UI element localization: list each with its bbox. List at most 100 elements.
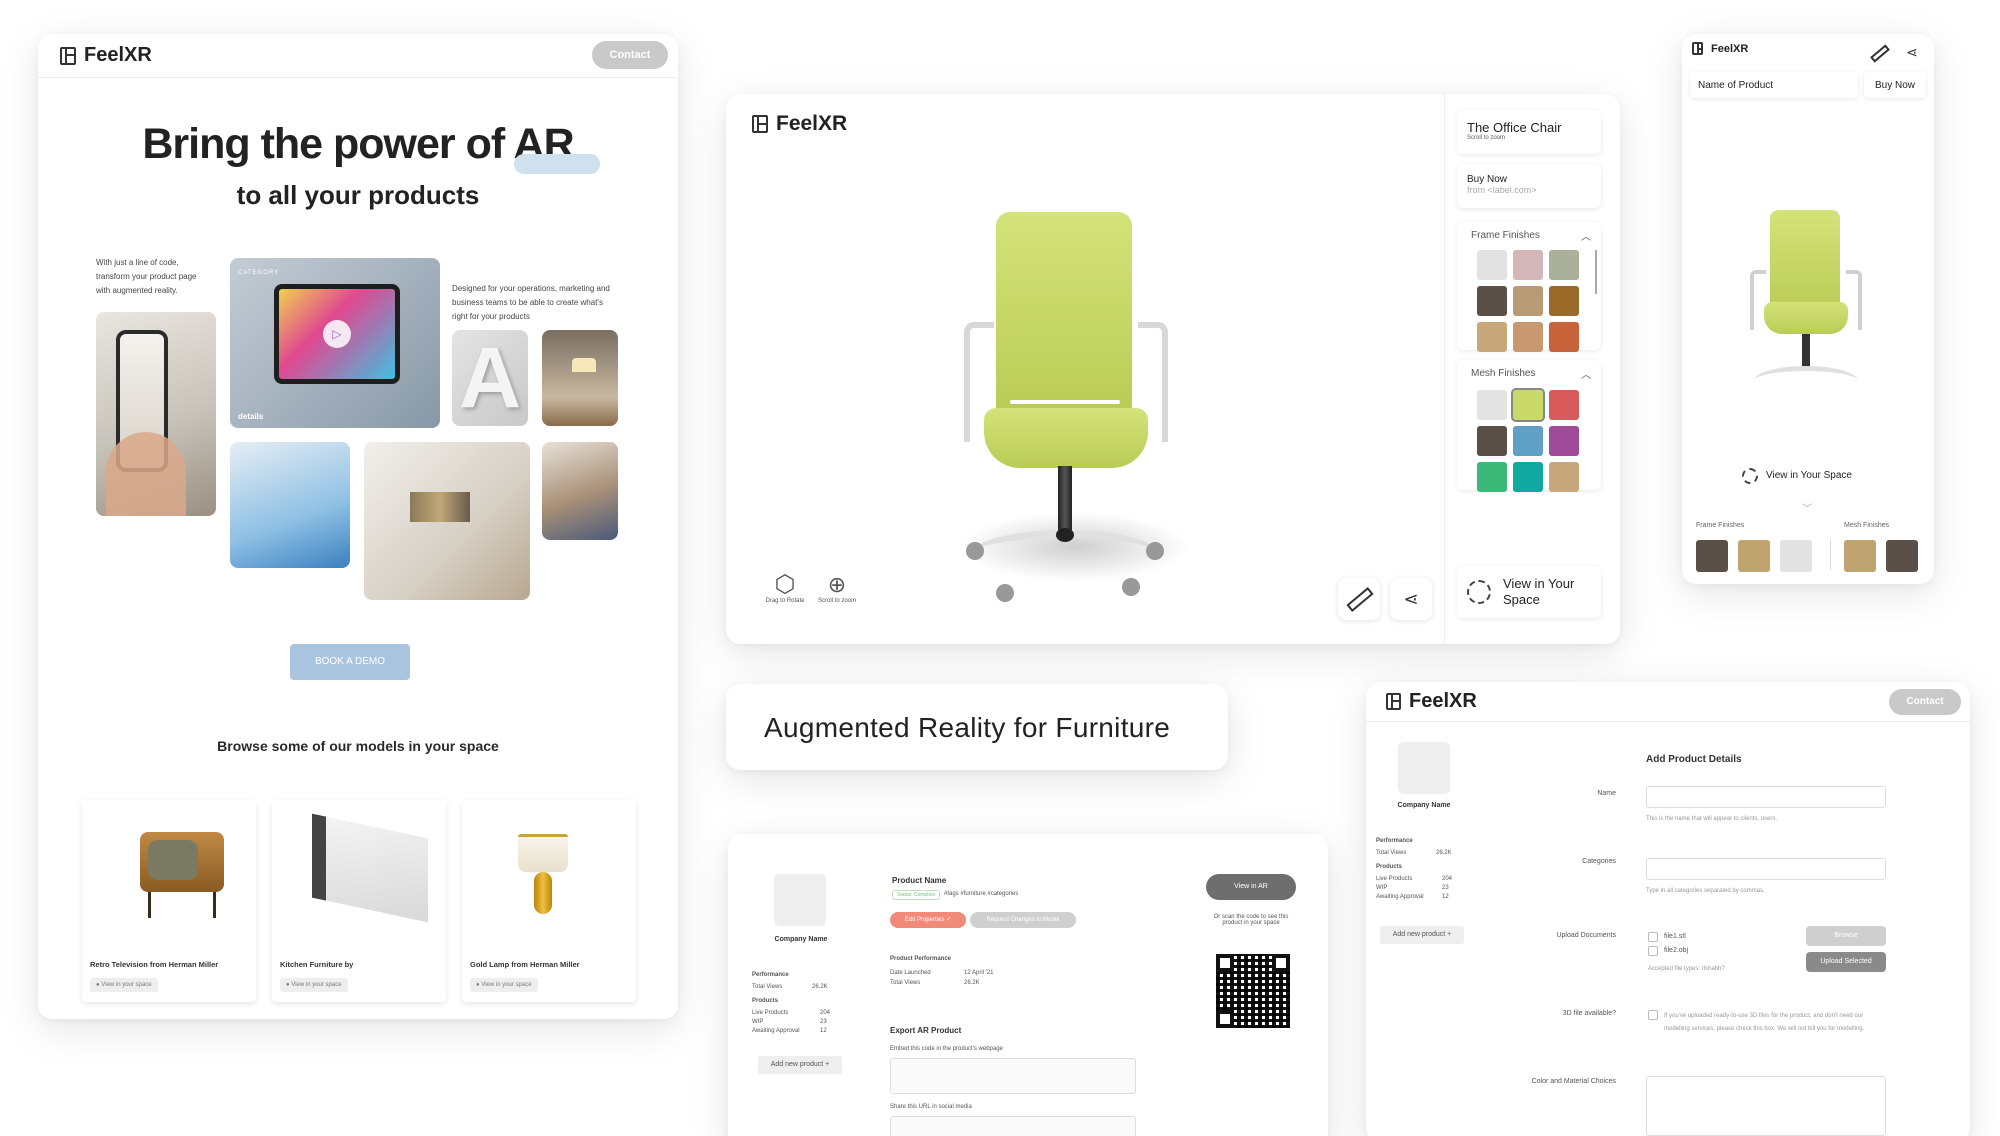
share-url-field[interactable] [890,1116,1136,1136]
swatch-scrollbar[interactable] [1595,250,1597,294]
hero-highlight [514,154,600,174]
play-icon[interactable]: ▷ [323,320,351,348]
mobile-view-in-space[interactable]: View in Your Space [1742,466,1882,486]
mobile-logo[interactable]: FeelXR [1692,42,1748,55]
admin-logo-text: FeelXR [1409,690,1477,712]
file-available-label: 3D file available? [1562,1010,1616,1017]
ar-target-icon [1467,580,1491,604]
mobile-buy-now[interactable]: Buy Now [1864,72,1926,98]
frame-swatch-3[interactable] [1549,250,1579,280]
browse-button[interactable]: Browse [1806,926,1886,946]
mesh-swatch-1[interactable] [1477,390,1507,420]
mesh-swatch-9[interactable] [1549,462,1579,492]
mesh-swatch-5[interactable] [1513,426,1543,456]
awaiting-value: 12 [820,1028,827,1034]
lamp-shade [572,358,596,372]
color-material-input[interactable] [1646,1076,1886,1136]
drag-rotate-label: Drag to Rotate [765,598,805,604]
view-in-space-button[interactable]: View in Your Space [1457,566,1601,618]
chair-seat [984,408,1148,468]
share-icon[interactable]: ⋖ [1906,44,1918,61]
mesh-swatch-4[interactable] [1477,426,1507,456]
mobile-frame-swatch-2[interactable] [1738,540,1770,572]
frame-swatch-8[interactable] [1513,322,1543,352]
add-product-button[interactable]: Add new product + [758,1056,842,1074]
company-avatar [1398,742,1450,794]
viewer-side-panel: The Office Chair Scroll to zoom Buy Now … [1444,94,1620,644]
browse-title: Browse some of our models in your space [217,738,499,754]
embed-code-field[interactable] [890,1058,1136,1094]
mobile-frame-swatch-3[interactable] [1780,540,1812,572]
hero-right-copy: Designed for your operations, marketing … [452,284,610,321]
admin-logo[interactable]: FeelXR [1386,690,1477,713]
landing-header: FeelXR Contact [38,34,678,78]
mobile-mesh-swatch-2[interactable] [1886,540,1918,572]
landing-contact-button[interactable]: Contact [592,41,668,69]
mesh-swatch-6[interactable] [1549,426,1579,456]
upload-selected-button[interactable]: Upload Selected [1806,952,1886,972]
mesh-swatch-7[interactable] [1477,462,1507,492]
buy-now-box[interactable]: Buy Now from <label.com> [1457,164,1601,208]
frame-swatch-6[interactable] [1549,286,1579,316]
view-in-space-chip[interactable]: ● View in your space [470,978,538,992]
frame-swatch-grid [1457,222,1601,352]
mobile-logo-text: FeelXR [1711,42,1749,55]
book-demo-button[interactable]: BOOK A DEMO [290,644,410,680]
share-icon: ⋖ [1403,589,1419,609]
chair-3d-model[interactable] [960,212,1210,612]
share-url-label: Share this URL in social media [890,1104,972,1110]
frame-swatch-2[interactable] [1513,250,1543,280]
view-in-space-chip[interactable]: ● View in your space [280,978,348,992]
landing-logo[interactable]: FeelXR [60,44,152,67]
frame-finishes-panel: Frame Finishes ︿ [1457,222,1601,352]
chair-arm-left [964,322,994,442]
kitchen-image [312,813,428,923]
admin-contact-button[interactable]: Contact [1889,689,1961,715]
scroll-zoom-label: Scroll to zoom [817,598,856,604]
landing-page-card: FeelXR Contact Bring the power of AR to … [38,34,678,1019]
share-button[interactable]: ⋖ [1390,578,1432,620]
ruler-icon[interactable] [1870,44,1890,63]
ruler-button[interactable] [1338,578,1380,620]
letter-a-image: A [452,330,528,426]
frame-swatch-4[interactable] [1477,286,1507,316]
product-card-kitchen[interactable]: Kitchen Furniture by ● View in your spac… [272,800,446,1002]
file2-checkbox[interactable] [1648,946,1658,956]
mesh-finishes-panel: Mesh Finishes ︿ [1457,360,1601,492]
mobile-chair-model[interactable] [1746,210,1876,410]
accepted-file-types: Accepted file types: rlshabh? [1648,966,1725,972]
frame-swatch-5[interactable] [1513,286,1543,316]
mobile-mesh-swatch-1[interactable] [1844,540,1876,572]
frame-swatch-7[interactable] [1477,322,1507,352]
tablet-tag: CATEGORY [238,270,280,276]
zoom-control[interactable]: ⊕ Scroll to zoom [814,572,860,604]
upload-label: Upload Documents [1556,932,1616,939]
mesh-swatch-2[interactable] [1511,388,1545,422]
name-input[interactable] [1646,786,1886,808]
frame-swatch-1[interactable] [1477,250,1507,280]
frame-swatch-9[interactable] [1549,322,1579,352]
sketch-image [364,442,530,600]
chair-gas-lift [1802,334,1810,370]
edit-properties-button[interactable]: Edit Properties ✓ [890,912,966,928]
live-value: 204 [820,1010,831,1016]
file1-checkbox[interactable] [1648,932,1658,942]
mesh-swatch-3[interactable] [1549,390,1579,420]
file-available-checkbox[interactable] [1648,1010,1658,1020]
view-in-ar-button[interactable]: View in AR [1206,874,1296,900]
request-changes-button[interactable]: Request Changes to Model [970,912,1076,928]
chair-arm-right [1846,270,1862,330]
view-in-space-chip[interactable]: ● View in your space [90,978,158,992]
company-avatar [774,874,826,926]
viewer-logo[interactable]: FeelXR [752,112,847,136]
mesh-swatch-8[interactable] [1513,462,1543,492]
rotate-control[interactable]: ⬡ Drag to Rotate [762,571,808,605]
mobile-frame-swatch-1[interactable] [1696,540,1728,572]
add-product-button[interactable]: Add new product + [1380,926,1464,944]
product-card-television[interactable]: Retro Television from Herman Miller ● Vi… [82,800,256,1002]
chair-gas-lift [1058,466,1072,536]
chevron-down-icon[interactable]: ﹀ [1802,500,1812,515]
product-card-lamp[interactable]: Gold Lamp from Herman Miller ● View in y… [462,800,636,1002]
cube-icon: ⬡ [774,571,796,598]
categories-input[interactable] [1646,858,1886,880]
